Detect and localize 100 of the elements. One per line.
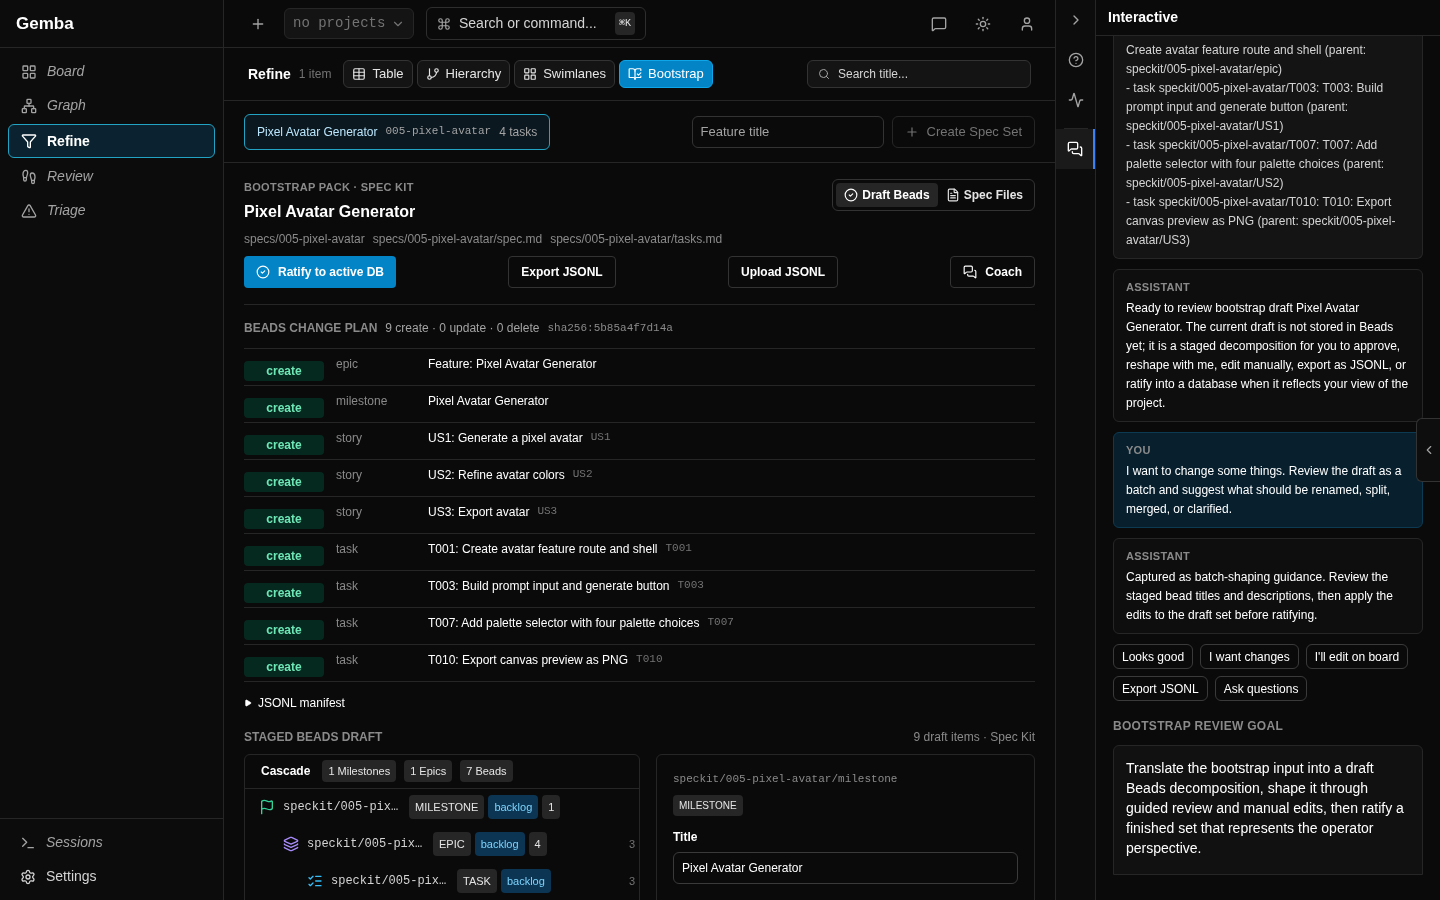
bead-title: T001: Create avatar feature route and shell	[428, 540, 658, 558]
project-select[interactable]: no projects	[284, 8, 414, 39]
sidebar-item[interactable]: Settings	[8, 861, 215, 892]
view-tab[interactable]: Bootstrap	[619, 60, 713, 88]
sidebar-item[interactable]: Sessions	[8, 827, 215, 858]
feature-name: Pixel Avatar Generator	[257, 123, 378, 141]
bead-path: speckit/005-pixel-avatar/milestone	[673, 771, 899, 787]
bead-title: T010: Export canvas preview as PNG	[428, 651, 629, 669]
segment-tab[interactable]: Spec Files	[937, 183, 1031, 207]
bead-title: Pixel Avatar Generator	[428, 392, 549, 410]
quick-reply-button[interactable]: Ask questions	[1214, 676, 1308, 701]
ratify-button[interactable]: Ratify to active DB	[244, 255, 397, 288]
manifest-toggle[interactable]: JSONL manifest	[244, 693, 345, 712]
action-tag: create	[244, 508, 324, 529]
bead-title: US2: Refine avatar colors	[428, 466, 565, 484]
message-role: YOU	[1126, 443, 1152, 458]
sidebar-item[interactable]: Refine	[8, 124, 215, 158]
type-tag: TASK	[457, 868, 497, 894]
status-tag: backlog	[488, 794, 539, 820]
panel-title: Interactive	[1108, 8, 1179, 27]
message-role: ASSISTANT	[1126, 280, 1191, 295]
goal-text: Translate the bootstrap input into a draft Beads decomposition, shape it through guided review and manual edits, then ratify a finished set that represents the operator perspective.	[1126, 759, 1405, 858]
chat-icon	[1066, 141, 1083, 157]
action-tag: create	[244, 434, 324, 455]
disclosure-icon	[244, 698, 252, 707]
bead-type: story	[336, 503, 363, 521]
segment-tab[interactable]: Draft Beads	[836, 183, 938, 207]
sidebar-item[interactable]: Board	[8, 56, 215, 87]
message-text: Create avatar feature route and shell (parent: speckit/005-pixel-avatar/epic) - task speckit/005-pixel-avatar/T003: T003: Build prompt input and generate button (parent: speckit/005-pixel-avatar/US1) - task speckit/005-pixel-avatar/T007: T007: Add palette selector with four palette choices (parent: speckit/005-pixel-avatar/US2) - task speckit/005-pixel-avatar/T010: T010: Export canvas preview as PNG (parent: speckit/005-pixel-avatar/US3)	[1126, 42, 1397, 249]
action-tag: create	[244, 360, 324, 381]
command-input[interactable]: Search or command...	[459, 13, 607, 34]
plan-hash: sha256:5b85a4f7d14a	[547, 320, 673, 336]
status-tag: backlog	[474, 831, 525, 857]
count-badge: 1 Milestones	[322, 759, 397, 783]
bead-id: US2	[572, 466, 593, 482]
action-tag: create	[244, 397, 324, 418]
page-title: Refine	[248, 64, 291, 84]
view-tab[interactable]: Hierarchy	[416, 60, 511, 88]
title-field[interactable]: Pixel Avatar Generator	[673, 852, 1018, 884]
app-logo: Gemba	[16, 12, 74, 35]
checklist-icon	[307, 873, 323, 889]
action-tag: create	[244, 582, 324, 603]
nav-icon	[21, 168, 37, 185]
search-icon	[818, 68, 830, 80]
bead-type: milestone	[336, 392, 389, 410]
pack-title: Pixel Avatar Generator	[244, 201, 417, 222]
view-tab[interactable]: Swimlanes	[514, 60, 616, 88]
bead-type: story	[336, 466, 363, 484]
bead-id: T010	[636, 651, 663, 667]
user-icon[interactable]	[1019, 15, 1035, 32]
view-icon	[425, 67, 440, 81]
tree-item-name[interactable]: speckit/005-pix…	[307, 835, 425, 853]
view-icon	[628, 67, 643, 81]
flag-icon	[259, 799, 275, 815]
sidebar-item[interactable]: Review	[8, 161, 215, 192]
action-tag: create	[244, 656, 324, 677]
action-button[interactable]: Upload JSONL	[728, 255, 838, 288]
coach-button[interactable]: Coach	[950, 255, 1035, 288]
bead-id: US1	[590, 429, 611, 445]
side-panel-toggle[interactable]	[1416, 418, 1440, 482]
quick-reply-button[interactable]: I want changes	[1200, 644, 1299, 669]
message-role: ASSISTANT	[1126, 549, 1191, 564]
action-button[interactable]: Export JSONL	[508, 255, 616, 288]
action-tag: create	[244, 545, 324, 566]
quick-reply-button[interactable]: Looks good	[1113, 644, 1194, 669]
action-tag: create	[244, 619, 324, 640]
quick-reply-button[interactable]: I'll edit on board	[1305, 644, 1409, 669]
tree-item-name[interactable]: speckit/005-pix…	[283, 798, 401, 816]
feature-title-field[interactable]: Feature title	[691, 115, 884, 148]
bead-type: epic	[336, 355, 359, 373]
spec-path: specs/005-pixel-avatar	[244, 230, 365, 248]
activity-icon	[1067, 92, 1084, 108]
bead-type: task	[336, 614, 359, 632]
item-count: 1 item	[298, 66, 332, 83]
message-icon[interactable]	[931, 15, 947, 32]
bead-type: task	[336, 651, 359, 669]
command-icon	[437, 16, 451, 31]
view-tab[interactable]: Table	[343, 60, 413, 88]
command-search[interactable]: Search or command... ⌘K	[426, 7, 646, 40]
nav-icon	[21, 202, 37, 219]
sidebar-item[interactable]: Graph	[8, 90, 215, 121]
action-tag: create	[244, 471, 324, 492]
bead-id: T003	[677, 577, 704, 593]
bead-title: T003: Build prompt input and generate button	[428, 577, 670, 595]
bead-type: task	[336, 577, 359, 595]
sidebar-item[interactable]: Triage	[8, 195, 215, 226]
child-count: 3	[628, 836, 635, 852]
spec-path: specs/005-pixel-avatar/spec.md	[372, 230, 543, 248]
staged-meta: 9 draft items · Spec Kit	[913, 728, 1035, 746]
title-search[interactable]: Search title...	[807, 60, 1031, 88]
quick-reply-button[interactable]: Export JSONL	[1113, 676, 1208, 701]
feature-chip[interactable]: Pixel Avatar Generator 005-pixel-avatar 4 tasks	[244, 113, 551, 150]
status-tag: backlog	[500, 868, 551, 894]
tree-item-name[interactable]: speckit/005-pix…	[331, 872, 449, 890]
layers-icon	[283, 836, 299, 852]
help-icon	[1067, 52, 1084, 68]
title-search-input[interactable]: Search title...	[838, 65, 1020, 83]
field-label: Title	[673, 829, 699, 846]
count-tag: 4	[528, 831, 547, 857]
sun-icon[interactable]	[975, 15, 991, 32]
